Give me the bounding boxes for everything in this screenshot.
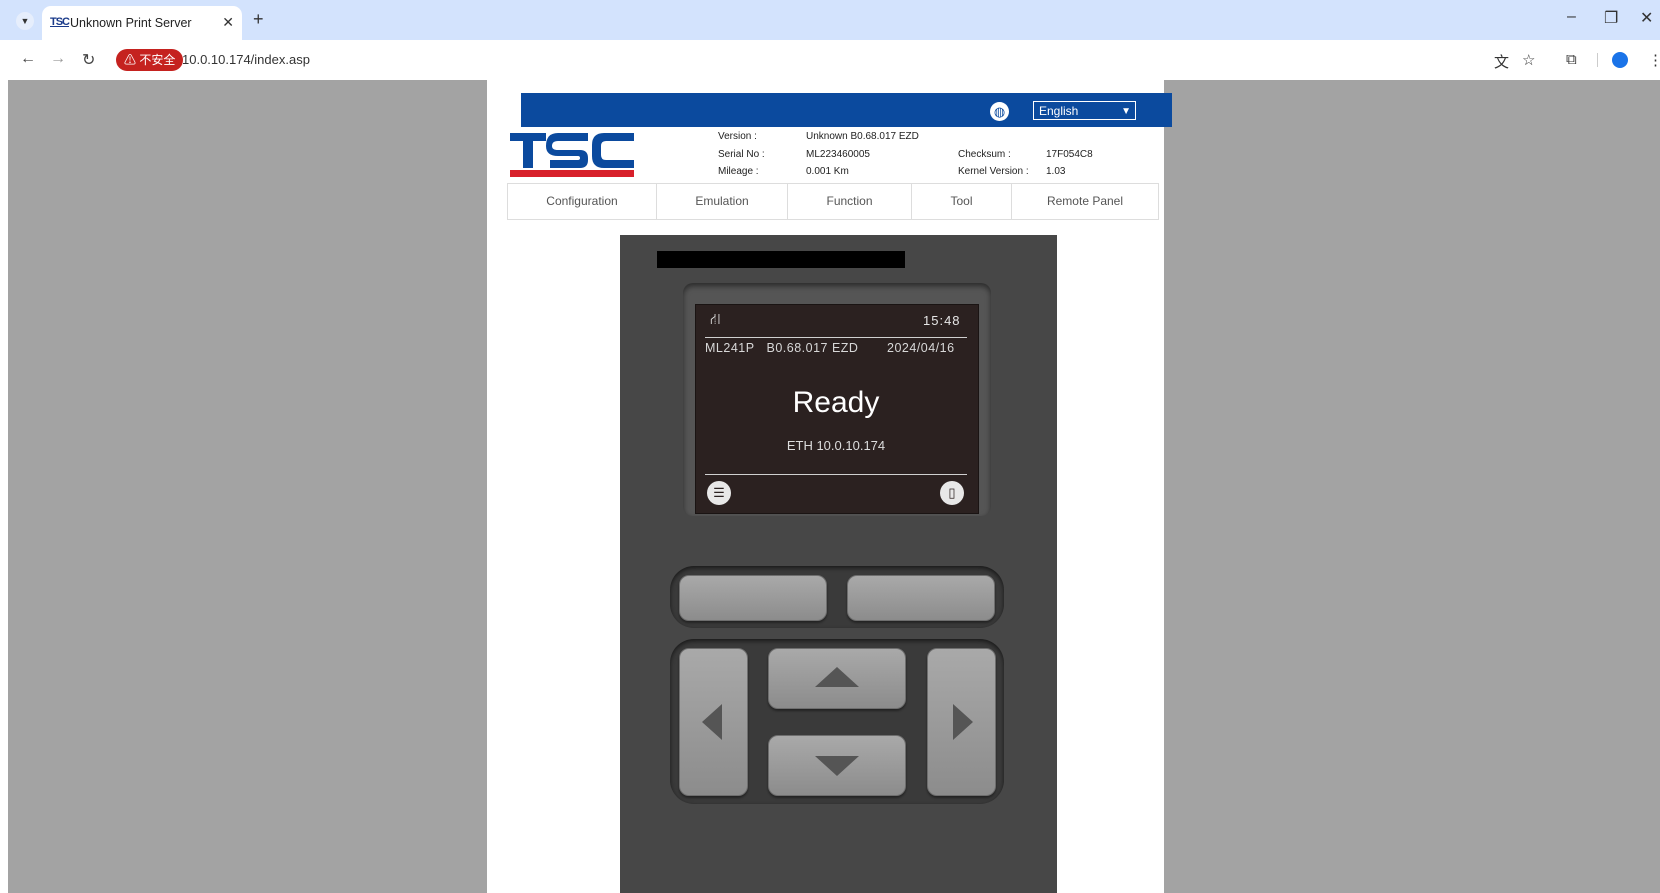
back-icon[interactable]: ← <box>20 50 36 68</box>
language-select[interactable]: English ▼ <box>1033 101 1136 120</box>
right-softkey-button[interactable] <box>847 575 995 621</box>
arrow-down-icon <box>815 756 859 776</box>
menu-item-remote-panel[interactable]: Remote Panel <box>1012 184 1158 219</box>
tab-search-dropdown-icon[interactable]: ▼ <box>16 12 34 30</box>
browser-tab-bar: ▼ TSC Unknown Print Server ✕ + – ❐ ✕ <box>0 0 1660 40</box>
address-bar-url[interactable]: 10.0.10.174/index.asp <box>182 52 310 67</box>
profile-avatar-icon[interactable] <box>1612 52 1628 68</box>
forward-icon[interactable]: → <box>50 50 66 68</box>
lcd-model-firmware: ML241P B0.68.017 EZD <box>705 341 858 355</box>
tsc-logo <box>510 133 634 177</box>
version-value: Unknown B0.68.017 EZD <box>806 131 919 142</box>
checksum-label: Checksum : <box>958 149 1011 160</box>
version-label: Version : <box>718 131 757 142</box>
restore-icon[interactable]: ❐ <box>1604 8 1618 28</box>
arrow-up-icon <box>815 667 859 687</box>
close-tab-icon[interactable]: ✕ <box>222 14 234 31</box>
bookmark-star-icon[interactable]: ☆ <box>1522 51 1535 69</box>
panel-indicator-bar <box>657 251 905 268</box>
mileage-value: 0.001 Km <box>806 166 849 177</box>
menu-list-icon[interactable]: ☰ <box>707 481 731 505</box>
down-arrow-button[interactable] <box>768 735 906 796</box>
language-select-value: English <box>1039 104 1079 118</box>
toolbar-divider <box>1597 53 1598 67</box>
menu-item-function[interactable]: Function <box>788 184 912 219</box>
chevron-down-icon: ▼ <box>1121 106 1131 117</box>
menu-item-configuration[interactable]: Configuration <box>508 184 657 219</box>
up-arrow-button[interactable] <box>768 648 906 709</box>
lcd-model: ML241P <box>705 341 755 355</box>
menu-item-emulation[interactable]: Emulation <box>657 184 788 219</box>
network-icon: ⛙ <box>710 311 721 328</box>
serial-label: Serial No : <box>718 149 765 160</box>
lcd-ip-address: ETH 10.0.10.174 <box>786 438 886 453</box>
minimize-icon[interactable]: – <box>1567 8 1576 26</box>
globe-icon: ◍ <box>990 102 1009 121</box>
lcd-status: Ready <box>792 386 880 419</box>
not-secure-badge[interactable]: ⚠ 不安全 <box>116 49 184 71</box>
browser-tab[interactable]: TSC Unknown Print Server ✕ <box>42 6 242 40</box>
kernel-version-label: Kernel Version : <box>958 166 1029 177</box>
tab-title: Unknown Print Server <box>70 16 192 30</box>
new-tab-icon[interactable]: + <box>253 9 264 30</box>
lcd-divider-bottom <box>705 474 967 475</box>
close-window-icon[interactable]: ✕ <box>1640 8 1653 28</box>
device-icon[interactable]: ▯ <box>940 481 964 505</box>
kernel-version-value: 1.03 <box>1046 166 1066 177</box>
main-menu: Configuration Emulation Function Tool Re… <box>507 183 1159 220</box>
left-softkey-button[interactable] <box>679 575 827 621</box>
browser-toolbar: ← → ↻ ⚠ 不安全 10.0.10.174/index.asp 文 ☆ ⧉ … <box>0 40 1660 80</box>
right-arrow-button[interactable] <box>927 648 996 796</box>
browser-menu-icon[interactable]: ⋮ <box>1648 51 1660 69</box>
arrow-left-icon <box>702 704 722 740</box>
lcd-time: 15:48 <box>923 313 961 328</box>
reload-icon[interactable]: ↻ <box>82 50 95 70</box>
lcd-divider-top <box>705 337 967 338</box>
lcd-date: 2024/04/16 <box>887 341 955 355</box>
extensions-icon[interactable]: ⧉ <box>1566 51 1577 68</box>
serial-value: ML223460005 <box>806 149 870 160</box>
lcd-firmware: B0.68.017 EZD <box>766 341 859 355</box>
mileage-label: Mileage : <box>718 166 759 177</box>
checksum-value: 17F054C8 <box>1046 149 1093 160</box>
arrow-right-icon <box>953 704 973 740</box>
menu-item-tool[interactable]: Tool <box>912 184 1012 219</box>
translate-icon[interactable]: 文 <box>1494 51 1509 72</box>
tab-favicon: TSC <box>50 16 70 28</box>
left-arrow-button[interactable] <box>679 648 748 796</box>
